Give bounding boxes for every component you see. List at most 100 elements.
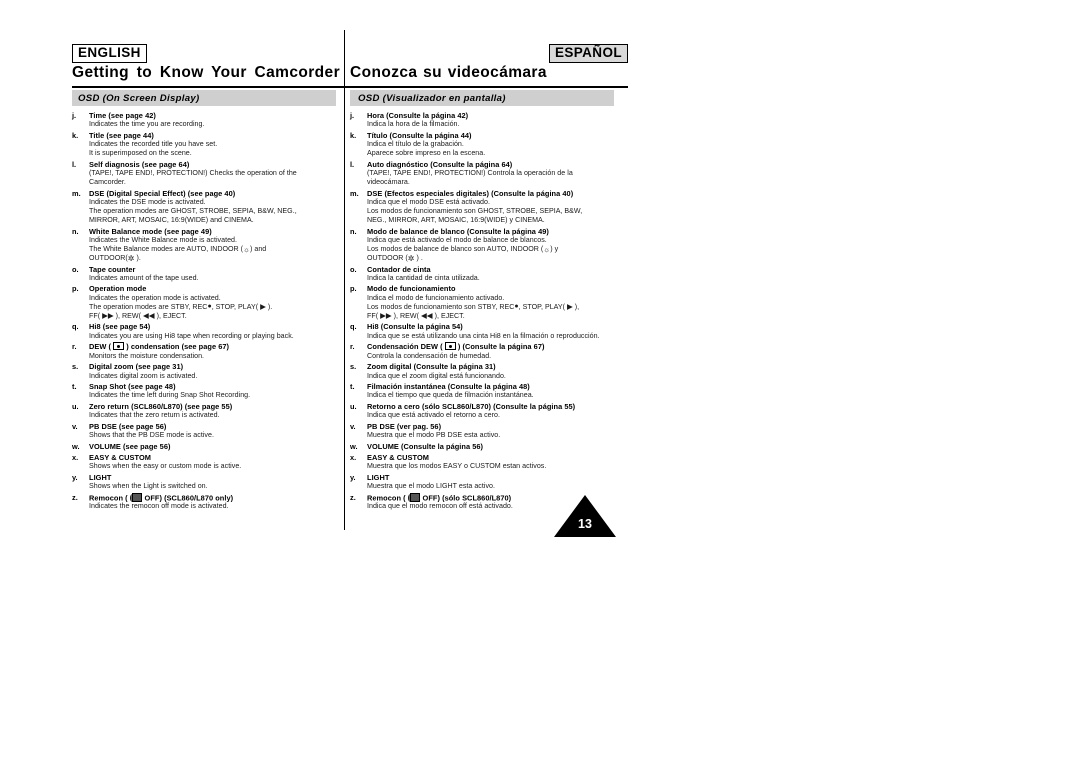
osd-entry: w. VOLUME (Consulte la página 56) <box>350 442 614 451</box>
entry-description: Muestra que el modo LIGHT esta activo. <box>367 482 614 491</box>
entry-term: Title (see page 44) <box>89 130 154 140</box>
osd-entry: n. White Balance mode (see page 49) Indica… <box>72 227 336 263</box>
entry-marker: j. <box>350 111 355 120</box>
entry-term: LIGHT <box>367 472 390 482</box>
entry-description: Indicates amount of the tape used. <box>89 274 336 283</box>
osd-entry: o. Contador de cinta Indica la cantidad de… <box>350 265 614 283</box>
entry-description: Indicates the White Balance mode is acti… <box>89 236 336 263</box>
entry-description-line: Indicates the recorded title you have se… <box>89 140 218 149</box>
entry-description-line: Los modos de funcionamiento son STBY, RE… <box>367 302 580 312</box>
entry-marker: t. <box>72 382 77 392</box>
entry-marker: m. <box>72 188 81 198</box>
entry-description: Indicates the time left during Snap Shot… <box>89 391 336 400</box>
osd-entry: q. Hi8 (Consulte la página 54) Indica que … <box>350 322 614 340</box>
entry-description-line: FF( ▶▶ ), REW( ◀◀ ), EJECT. <box>89 311 187 321</box>
osd-entry: m. DSE (Efectos especiales digitales) (Co… <box>350 189 614 225</box>
osd-entry: m. DSE (Digital Special Effect) (see page… <box>72 189 336 225</box>
entry-term: PB DSE (ver pag. 56) <box>367 421 442 431</box>
entry-term: Condensación DEW ( ) (Consulte la página… <box>367 342 545 352</box>
entry-marker: q. <box>350 322 357 332</box>
entry-description-line: The operation modes are STBY, REC●, STOP… <box>89 302 273 312</box>
entry-description-line: Indica que el modo DSE está activado. <box>367 198 490 207</box>
osd-entry: r. Condensación DEW ( ) (Consulte la pági… <box>350 342 614 360</box>
entry-description-line: Shows that the PB DSE mode is active. <box>89 431 214 440</box>
language-label-espanol-wrap: ESPAÑOL <box>548 44 628 64</box>
chapter-title-espanol: Conozca su videocámara <box>350 64 547 81</box>
osd-entry: t. Filmación instantánea (Consulte la pág… <box>350 382 614 400</box>
page-sheet: ENGLISH ESPAÑOL Getting to Know Your Cam… <box>72 18 628 537</box>
entry-description: Indica que está activado el retorno a ce… <box>367 411 614 420</box>
osd-entry: z. Remocon ( (( OFF) (SCL860/L870 only) In… <box>72 492 336 512</box>
entry-marker: u. <box>350 401 357 411</box>
entry-description-line: Indicates the White Balance mode is acti… <box>89 236 237 245</box>
entry-marker: n. <box>350 226 357 236</box>
entry-description: Indicates the time you are recording. <box>89 120 336 129</box>
entry-description: Indica el tiempo que queda de filmación … <box>367 391 614 400</box>
osd-entry: p. Operation mode Indicates the operation … <box>72 284 336 320</box>
entry-description: Indicates that the zero return is activa… <box>89 411 336 420</box>
entry-marker: k. <box>350 130 357 140</box>
entry-marker: p. <box>72 284 79 294</box>
entry-description: Indicates digital zoom is activated. <box>89 372 336 381</box>
entry-term: Hi8 (see page 54) <box>89 322 151 332</box>
entry-description-line: Indica que está activado el retorno a ce… <box>367 411 500 420</box>
entry-description-line: Los modos de funcionamiento son GHOST, S… <box>367 207 583 216</box>
language-label-english-wrap: ENGLISH <box>72 44 147 64</box>
entry-term: Zoom digital (Consulte la página 31) <box>367 362 496 372</box>
header-rule <box>72 86 628 88</box>
entry-description-line: Indicates you are using Hi8 tape when re… <box>89 331 294 340</box>
entry-marker: r. <box>350 342 355 352</box>
entry-term: LIGHT <box>89 472 112 482</box>
osd-entry: j. Hora (Consulte la página 42) Indica la … <box>350 111 614 129</box>
entry-description: Indicates the DSE mode is activated. The … <box>89 198 336 225</box>
entry-description-line: Shows when the Light is switched on. <box>89 482 208 490</box>
entry-description: Indicates the remocon off mode is activa… <box>89 502 336 511</box>
entry-marker: u. <box>72 401 79 411</box>
entry-description-line: NEG., MIRROR, ART, MOSAIC, 16:9(WIDE) y … <box>367 216 545 225</box>
entry-description-line: FF( ▶▶ ), REW( ◀◀ ), EJECT. <box>367 311 465 321</box>
entry-marker: w. <box>72 441 80 451</box>
entry-description: Controla la condensación de humedad. <box>367 352 614 361</box>
osd-entry: x. EASY & CUSTOM Muestra que los modos EAS… <box>350 453 614 471</box>
entry-term: VOLUME (see page 56) <box>89 441 171 451</box>
entry-term: Hi8 (Consulte la página 54) <box>367 322 463 332</box>
entry-description: Indicates the operation mode is activate… <box>89 294 336 321</box>
entry-description: Indica la hora de la filmación. <box>367 120 614 129</box>
entry-description: Indica el título de la grabación. Aparece… <box>367 140 614 158</box>
entry-marker: o. <box>72 264 79 274</box>
entry-description-line: Indicates the time you are recording. <box>89 120 205 129</box>
entry-marker: v. <box>72 421 78 431</box>
entry-description-line: Indicates the operation mode is activate… <box>89 293 221 302</box>
entry-list-espanol: j. Hora (Consulte la página 42) Indica la … <box>350 111 614 511</box>
entry-description-line: The White Balance modes are AUTO, INDOOR… <box>89 244 267 254</box>
entry-marker: q. <box>72 322 79 332</box>
osd-entry: v. PB DSE (ver pag. 56) Muestra que el mod… <box>350 422 614 440</box>
osd-entry: q. Hi8 (see page 54) Indicates you are usi… <box>72 322 336 340</box>
page-number-badge: 13 <box>554 495 616 537</box>
entry-description-line: Muestra que los modos EASY o CUSTOM esta… <box>367 462 547 471</box>
entry-description-line: Shows when the easy or custom mode is ac… <box>89 462 242 471</box>
section-title-english: OSD (On Screen Display) <box>72 90 336 106</box>
entry-description: (TAPE!, TAPE END!, PROTECTION!) Controla… <box>367 169 614 187</box>
page-number-text: 13 <box>578 517 592 531</box>
language-label-espanol: ESPAÑOL <box>548 44 628 64</box>
osd-entry: k. Título (Consulte la página 44) Indica e… <box>350 131 614 158</box>
entry-description-line: Camcorder. <box>89 178 126 187</box>
entry-term: Filmación instantánea (Consulte la págin… <box>367 382 530 392</box>
entry-marker: t. <box>350 382 355 392</box>
entry-term: Auto diagnóstico (Consulte la página 64) <box>367 159 513 169</box>
entry-marker: z. <box>72 492 78 502</box>
entry-description: Shows when the Light is switched on. <box>89 482 336 491</box>
entry-description: Monitors the moisture condensation. <box>89 352 336 361</box>
entry-description: Indicates you are using Hi8 tape when re… <box>89 332 336 341</box>
entry-marker: m. <box>350 188 359 198</box>
entry-description-line: Monitors the moisture condensation. <box>89 351 205 360</box>
osd-entry: s. Digital zoom (see page 31) Indicates di… <box>72 362 336 380</box>
entry-description-line: (TAPE!, TAPE END!, PROTECTION!) Controla… <box>367 169 573 178</box>
entry-term: Remocon ( (( OFF) (SCL860/L870 only) <box>89 492 234 502</box>
entry-description: Indica que está activado el modo de bala… <box>367 236 614 263</box>
entry-marker: z. <box>350 492 356 502</box>
entry-description-line: videocámara. <box>367 178 410 187</box>
entry-marker: w. <box>350 441 358 451</box>
entry-description-line: Indica la hora de la filmación. <box>367 120 460 129</box>
